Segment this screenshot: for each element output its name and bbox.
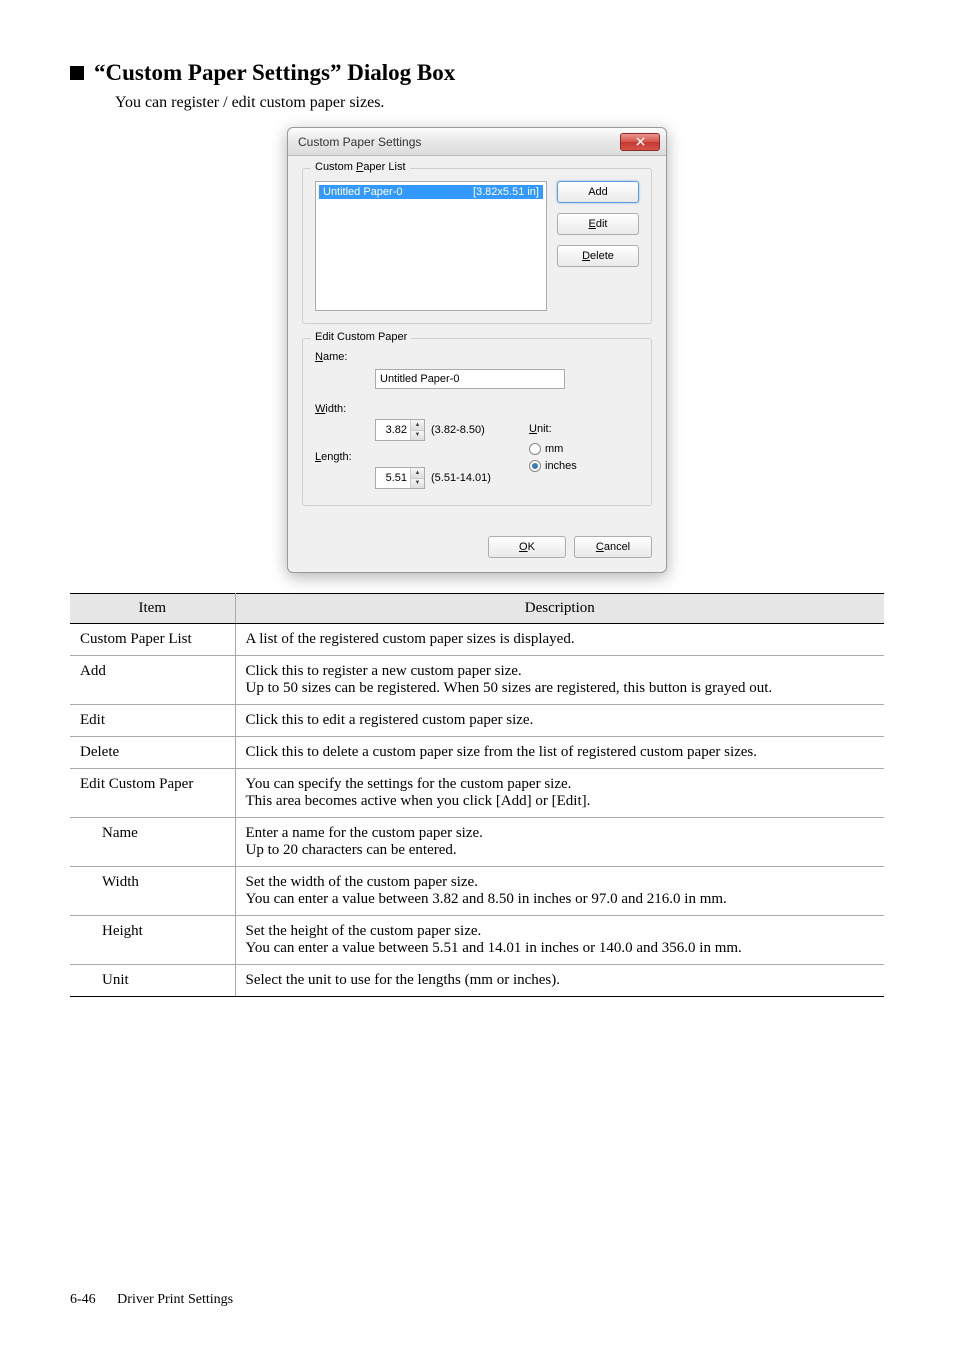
cancel-u: C bbox=[596, 541, 604, 553]
page-number: 6-46 bbox=[70, 1292, 96, 1307]
ok-post: K bbox=[528, 541, 535, 553]
radio-inches-label: inches bbox=[545, 460, 577, 472]
group-title-edit: Edit Custom Paper bbox=[311, 331, 411, 343]
group-title-post: aper List bbox=[363, 161, 405, 173]
width-input[interactable] bbox=[376, 420, 410, 440]
paper-list[interactable]: Untitled Paper-0 [3.82x5.51 in] bbox=[315, 181, 547, 311]
label-width: Width: bbox=[315, 403, 375, 415]
radio-mm-circle[interactable] bbox=[529, 443, 541, 455]
group-edit-custom-paper: Edit Custom Paper Name: Width: bbox=[302, 338, 652, 506]
length-post: ength: bbox=[321, 451, 352, 463]
add-button-label: Add bbox=[588, 186, 608, 198]
table-row-item: Custom Paper List bbox=[70, 624, 235, 656]
table-row-desc: Enter a name for the custom paper size. … bbox=[235, 818, 884, 867]
table-row-desc: Click this to edit a registered custom p… bbox=[235, 705, 884, 737]
label-length: Length: bbox=[315, 451, 375, 463]
delete-u: D bbox=[582, 250, 590, 262]
dialog-title-bar: Custom Paper Settings bbox=[288, 128, 666, 156]
group-title-pre: Custom bbox=[315, 161, 356, 173]
ok-button[interactable]: OK bbox=[488, 536, 566, 558]
chevron-down-icon[interactable]: ▼ bbox=[411, 431, 424, 441]
delete-post: elete bbox=[590, 250, 614, 262]
add-button[interactable]: Add bbox=[557, 181, 639, 203]
width-range: (3.82-8.50) bbox=[431, 424, 485, 436]
cancel-post: ancel bbox=[604, 541, 630, 553]
name-u: N bbox=[315, 351, 323, 363]
length-spinner[interactable]: ▲▼ bbox=[375, 467, 425, 489]
name-post: ame: bbox=[323, 351, 347, 363]
edit-post: dit bbox=[596, 218, 608, 230]
label-name: Name: bbox=[315, 351, 375, 363]
name-input[interactable] bbox=[375, 369, 565, 389]
cancel-button[interactable]: Cancel bbox=[574, 536, 652, 558]
th-item: Item bbox=[70, 594, 235, 624]
edit-u: E bbox=[589, 218, 596, 230]
chevron-up-icon[interactable]: ▲ bbox=[411, 420, 424, 431]
table-row-desc: Click this to register a new custom pape… bbox=[235, 656, 884, 705]
list-item-size: [3.82x5.51 in] bbox=[473, 186, 539, 198]
radio-mm-label: mm bbox=[545, 443, 563, 455]
table-row-item: Edit Custom Paper bbox=[70, 769, 235, 818]
table-row-item: Unit bbox=[70, 965, 235, 997]
label-unit: Unit: bbox=[529, 423, 639, 435]
chevron-down-icon[interactable]: ▼ bbox=[411, 479, 424, 489]
table-row-desc: Set the width of the custom paper size. … bbox=[235, 867, 884, 916]
chevron-up-icon[interactable]: ▲ bbox=[411, 468, 424, 479]
bullet-icon bbox=[70, 66, 84, 80]
footer-section: Driver Print Settings bbox=[117, 1292, 233, 1307]
close-icon bbox=[636, 137, 645, 146]
width-spinner-arrows[interactable]: ▲▼ bbox=[410, 420, 424, 440]
th-desc: Description bbox=[235, 594, 884, 624]
radio-inches[interactable]: inches bbox=[529, 460, 639, 472]
length-input[interactable] bbox=[376, 468, 410, 488]
length-range: (5.51-14.01) bbox=[431, 472, 491, 484]
description-table: Item Description Custom Paper ListA list… bbox=[70, 593, 884, 997]
intro-text: You can register / edit custom paper siz… bbox=[115, 94, 884, 112]
heading: “Custom Paper Settings” Dialog Box bbox=[94, 60, 455, 86]
group-title-paper-list: Custom Paper List bbox=[311, 161, 410, 173]
width-post: idth: bbox=[325, 403, 346, 415]
table-row-desc: Set the height of the custom paper size.… bbox=[235, 916, 884, 965]
close-button[interactable] bbox=[620, 133, 660, 151]
radio-mm[interactable]: mm bbox=[529, 443, 639, 455]
table-row-item: Edit bbox=[70, 705, 235, 737]
table-row-item: Height bbox=[70, 916, 235, 965]
table-row-desc: A list of the registered custom paper si… bbox=[235, 624, 884, 656]
table-row-item: Name bbox=[70, 818, 235, 867]
table-row-desc: Click this to delete a custom paper size… bbox=[235, 737, 884, 769]
ok-u: O bbox=[519, 541, 528, 553]
unit-post: nit: bbox=[537, 423, 552, 435]
delete-button[interactable]: Delete bbox=[557, 245, 639, 267]
table-row-desc: Select the unit to use for the lengths (… bbox=[235, 965, 884, 997]
list-item[interactable]: Untitled Paper-0 [3.82x5.51 in] bbox=[319, 185, 543, 199]
table-row-item: Width bbox=[70, 867, 235, 916]
length-spinner-arrows[interactable]: ▲▼ bbox=[410, 468, 424, 488]
dialog-custom-paper-settings: Custom Paper Settings Custom Paper List … bbox=[287, 127, 667, 573]
table-row-item: Add bbox=[70, 656, 235, 705]
dialog-title: Custom Paper Settings bbox=[298, 135, 421, 149]
table-row-desc: You can specify the settings for the cus… bbox=[235, 769, 884, 818]
edit-button[interactable]: Edit bbox=[557, 213, 639, 235]
radio-inches-circle[interactable] bbox=[529, 460, 541, 472]
width-u: W bbox=[315, 403, 325, 415]
unit-u: U bbox=[529, 423, 537, 435]
list-item-name: Untitled Paper-0 bbox=[323, 186, 473, 198]
footer: 6-46 Driver Print Settings bbox=[70, 1292, 233, 1308]
group-custom-paper-list: Custom Paper List Untitled Paper-0 [3.82… bbox=[302, 168, 652, 324]
table-row-item: Delete bbox=[70, 737, 235, 769]
width-spinner[interactable]: ▲▼ bbox=[375, 419, 425, 441]
